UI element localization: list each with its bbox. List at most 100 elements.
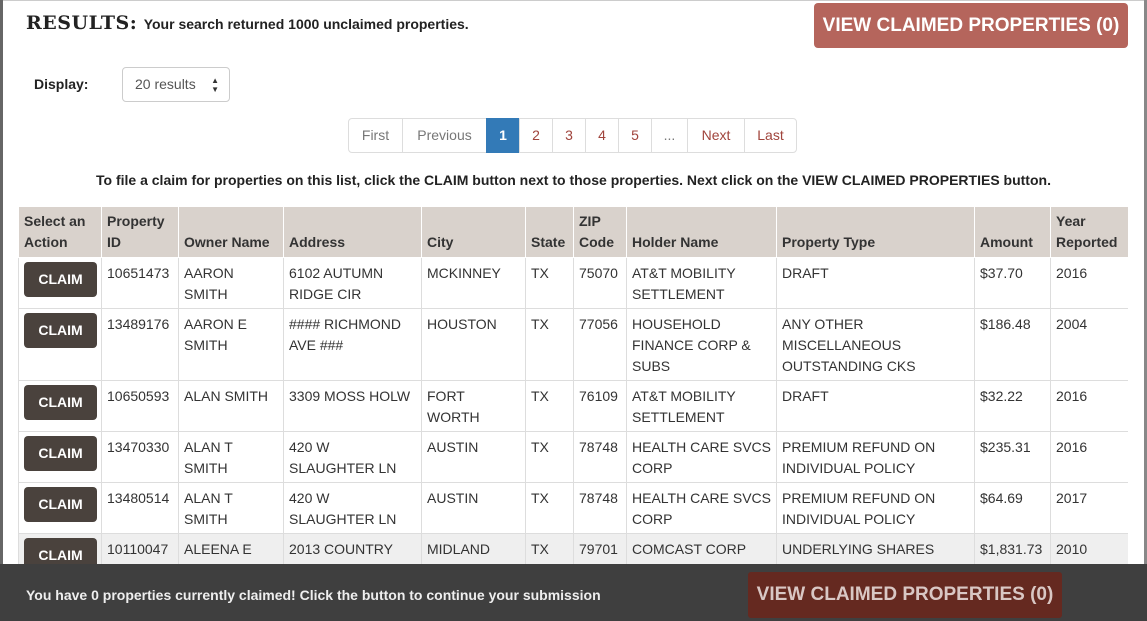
cell-amount: $1,831.73 bbox=[974, 533, 1051, 564]
cell-holder-name: AT&T MOBILITY SETTLEMENT bbox=[626, 380, 777, 432]
results-count-text: Your search returned 1000 unclaimed prop… bbox=[143, 16, 469, 32]
cell-property-id: 13480514 bbox=[101, 482, 179, 534]
cell-amount: $186.48 bbox=[974, 308, 1051, 381]
cell-state: TX bbox=[525, 431, 574, 483]
table-row: CLAIM 10650593 ALAN SMITH 3309 MOSS HOLW… bbox=[18, 380, 1128, 432]
cell-property-type: DRAFT bbox=[776, 380, 975, 432]
claimed-status-bar: You have 0 properties currently claimed!… bbox=[0, 564, 1147, 621]
col-header-owner-name: Owner Name bbox=[178, 206, 284, 258]
col-header-city: City bbox=[421, 206, 526, 258]
col-header-property-id: Property ID bbox=[101, 206, 179, 258]
pagination-page-4[interactable]: 4 bbox=[585, 118, 619, 153]
pagination-last[interactable]: Last bbox=[744, 118, 797, 153]
display-select-value: 20 results bbox=[135, 76, 196, 92]
cell-holder-name: HEALTH CARE SVCS CORP bbox=[626, 482, 777, 534]
claim-button[interactable]: CLAIM bbox=[24, 538, 97, 564]
cell-year-reported: 2010 bbox=[1050, 533, 1128, 564]
cell-address: 3309 MOSS HOLW bbox=[283, 380, 422, 432]
cell-holder-name: HEALTH CARE SVCS CORP bbox=[626, 431, 777, 483]
cell-property-id: 10651473 bbox=[101, 257, 179, 309]
claim-button[interactable]: CLAIM bbox=[24, 385, 97, 420]
pagination-page-1[interactable]: 1 bbox=[486, 118, 520, 153]
claim-button[interactable]: CLAIM bbox=[24, 313, 97, 348]
results-title: RESULTS: bbox=[26, 12, 138, 34]
cell-owner-name: ALAN T SMITH bbox=[178, 431, 284, 483]
pagination-first[interactable]: First bbox=[348, 118, 403, 153]
cell-property-type: PREMIUM REFUND ON INDIVIDUAL POLICY bbox=[776, 482, 975, 534]
cell-city: MCKINNEY bbox=[421, 257, 526, 309]
cell-property-type: DRAFT bbox=[776, 257, 975, 309]
claim-instructions: To file a claim for properties on this l… bbox=[96, 172, 1051, 188]
pagination-page-2[interactable]: 2 bbox=[519, 118, 553, 153]
cell-holder-name: COMCAST CORP bbox=[626, 533, 777, 564]
cell-city: MIDLAND bbox=[421, 533, 526, 564]
cell-property-id: 13489176 bbox=[101, 308, 179, 381]
claim-button[interactable]: CLAIM bbox=[24, 262, 97, 297]
col-header-state: State bbox=[525, 206, 574, 258]
cell-zip: 75070 bbox=[573, 257, 627, 309]
col-header-address: Address bbox=[283, 206, 422, 258]
cell-property-id: 10110047 bbox=[101, 533, 179, 564]
cell-state: TX bbox=[525, 257, 574, 309]
cell-amount: $235.31 bbox=[974, 431, 1051, 483]
pagination-previous[interactable]: Previous bbox=[402, 118, 487, 153]
cell-zip: 79701 bbox=[573, 533, 627, 564]
claimed-status-message: You have 0 properties currently claimed!… bbox=[26, 587, 601, 603]
col-header-property-type: Property Type bbox=[776, 206, 975, 258]
pagination-page-3[interactable]: 3 bbox=[552, 118, 586, 153]
window-top-edge bbox=[0, 0, 1147, 1]
cell-owner-name: ALAN SMITH bbox=[178, 380, 284, 432]
cell-owner-name: AARON E SMITH bbox=[178, 308, 284, 381]
table-row: CLAIM 10651473 AARON SMITH 6102 AUTUMN R… bbox=[18, 257, 1128, 309]
cell-address: 6102 AUTUMN RIDGE CIR bbox=[283, 257, 422, 309]
cell-zip: 76109 bbox=[573, 380, 627, 432]
cell-owner-name: ALEENA E bbox=[178, 533, 284, 564]
window-left-edge bbox=[0, 0, 3, 621]
cell-year-reported: 2016 bbox=[1050, 257, 1128, 309]
display-label: Display: bbox=[34, 76, 89, 92]
cell-amount: $32.22 bbox=[974, 380, 1051, 432]
claim-button[interactable]: CLAIM bbox=[24, 487, 97, 522]
table-row: CLAIM 13489176 AARON E SMITH #### RICHMO… bbox=[18, 308, 1128, 381]
cell-property-id: 10650593 bbox=[101, 380, 179, 432]
cell-year-reported: 2004 bbox=[1050, 308, 1128, 381]
cell-property-type: PREMIUM REFUND ON INDIVIDUAL POLICY bbox=[776, 431, 975, 483]
col-header-action: Select an Action bbox=[18, 206, 102, 258]
cell-amount: $37.70 bbox=[974, 257, 1051, 309]
select-updown-icon: ▲ ▼ bbox=[211, 76, 219, 94]
col-header-zip: ZIP Code bbox=[573, 206, 627, 258]
cell-zip: 78748 bbox=[573, 431, 627, 483]
cell-address: 420 W SLAUGHTER LN bbox=[283, 431, 422, 483]
cell-year-reported: 2016 bbox=[1050, 431, 1128, 483]
cell-city: FORT WORTH bbox=[421, 380, 526, 432]
results-table: Select an Action Property ID Owner Name … bbox=[18, 206, 1128, 564]
cell-property-type: UNDERLYING SHARES bbox=[776, 533, 975, 564]
view-claimed-properties-button[interactable]: VIEW CLAIMED PROPERTIES (0) bbox=[814, 3, 1128, 48]
pagination-ellipsis: ... bbox=[651, 118, 688, 153]
cell-holder-name: AT&T MOBILITY SETTLEMENT bbox=[626, 257, 777, 309]
cell-year-reported: 2016 bbox=[1050, 380, 1128, 432]
col-header-amount: Amount bbox=[974, 206, 1051, 258]
col-header-year-reported: Year Reported bbox=[1050, 206, 1128, 258]
cell-state: TX bbox=[525, 380, 574, 432]
cell-amount: $64.69 bbox=[974, 482, 1051, 534]
cell-zip: 77056 bbox=[573, 308, 627, 381]
cell-year-reported: 2017 bbox=[1050, 482, 1128, 534]
cell-holder-name: HOUSEHOLD FINANCE CORP & SUBS bbox=[626, 308, 777, 381]
view-claimed-properties-bottom-button[interactable]: VIEW CLAIMED PROPERTIES (0) bbox=[748, 572, 1062, 618]
cell-city: HOUSTON bbox=[421, 308, 526, 381]
display-results-select[interactable]: 20 results ▲ ▼ bbox=[122, 67, 230, 102]
cell-property-type: ANY OTHER MISCELLANEOUS OUTSTANDING CKS bbox=[776, 308, 975, 381]
cell-address: 420 W SLAUGHTER LN bbox=[283, 482, 422, 534]
pagination-page-5[interactable]: 5 bbox=[618, 118, 652, 153]
results-header: RESULTS: Your search returned 1000 uncla… bbox=[26, 12, 469, 34]
cell-address: #### RICHMOND AVE ### bbox=[283, 308, 422, 381]
table-header-row: Select an Action Property ID Owner Name … bbox=[18, 206, 1128, 258]
claim-button[interactable]: CLAIM bbox=[24, 436, 97, 471]
table-row: CLAIM 13480514 ALAN T SMITH 420 W SLAUGH… bbox=[18, 482, 1128, 534]
pagination: First Previous 1 2 3 4 5 ... Next Last bbox=[348, 118, 797, 153]
col-header-holder-name: Holder Name bbox=[626, 206, 777, 258]
pagination-next[interactable]: Next bbox=[687, 118, 745, 153]
cell-state: TX bbox=[525, 308, 574, 381]
cell-owner-name: ALAN T SMITH bbox=[178, 482, 284, 534]
